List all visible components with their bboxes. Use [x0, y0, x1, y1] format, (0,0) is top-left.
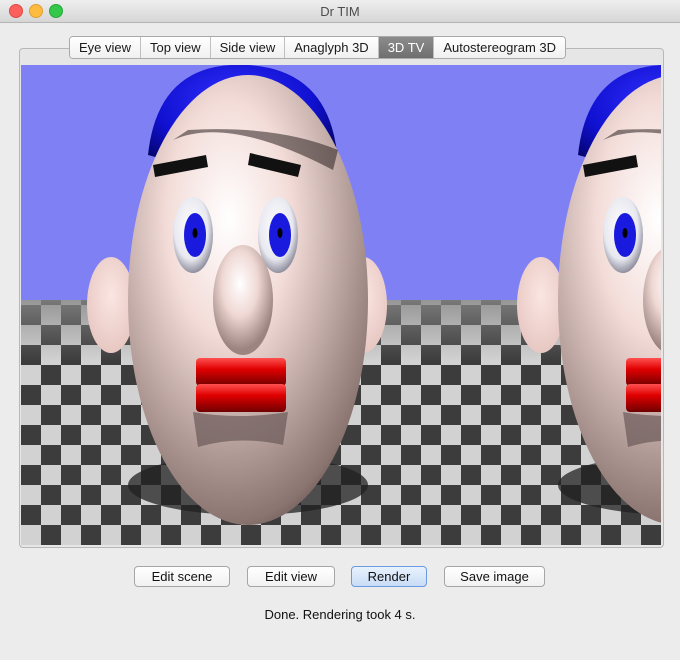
- tab-autostereogram-3d[interactable]: Autostereogram 3D: [434, 37, 566, 58]
- save-image-button[interactable]: Save image: [444, 566, 545, 587]
- tab-anaglyph-3d[interactable]: Anaglyph 3D: [285, 37, 379, 58]
- tab-side-view[interactable]: Side view: [210, 37, 286, 58]
- edit-scene-button[interactable]: Edit scene: [134, 566, 230, 587]
- view-tabs: Eye view Top view Side view Anaglyph 3D …: [69, 36, 567, 59]
- title-bar: Dr TIM: [0, 0, 680, 23]
- rendered-image: [21, 65, 661, 545]
- tab-eye-view[interactable]: Eye view: [70, 37, 142, 58]
- tab-3d-tv[interactable]: 3D TV: [378, 37, 435, 58]
- edit-view-button[interactable]: Edit view: [247, 566, 335, 587]
- tab-top-view[interactable]: Top view: [141, 37, 211, 58]
- status-text: Done. Rendering took 4 s.: [264, 607, 416, 622]
- render-button[interactable]: Render: [351, 566, 427, 587]
- window-title: Dr TIM: [320, 4, 360, 19]
